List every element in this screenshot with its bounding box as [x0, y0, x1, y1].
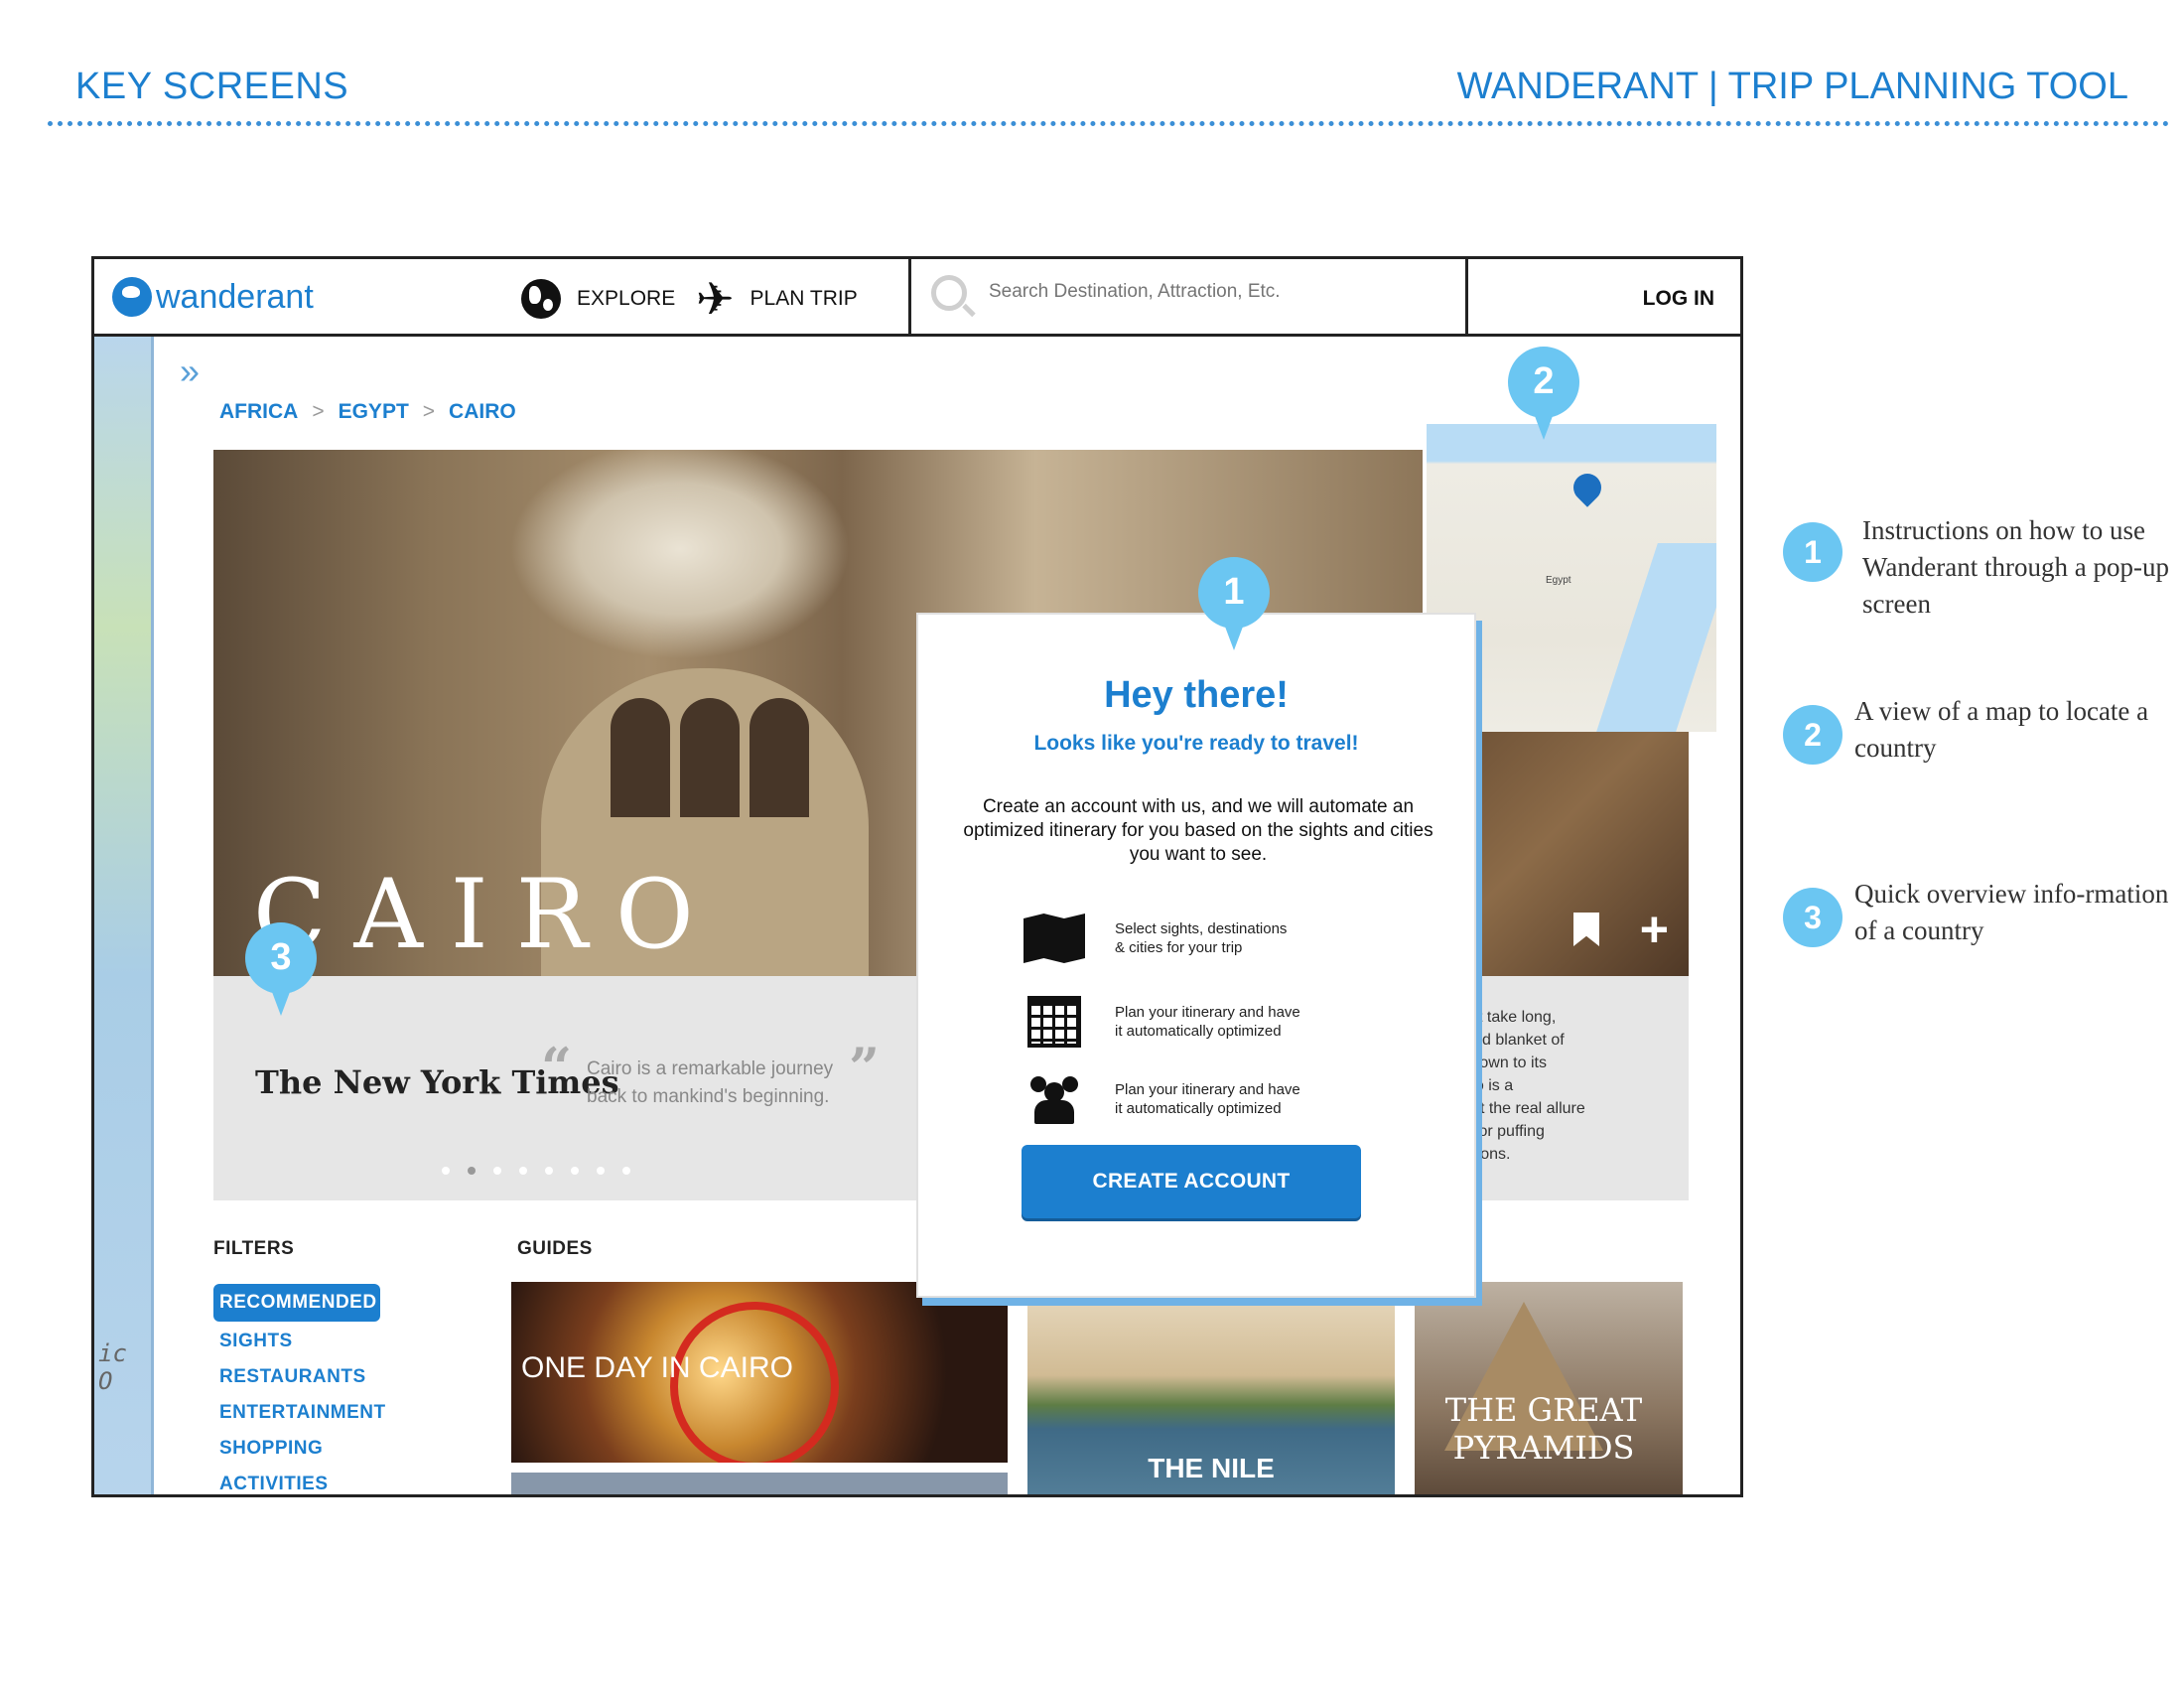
carousel-dot[interactable]	[597, 1167, 605, 1175]
map-ocean-label-fragment: ic O	[98, 1339, 127, 1395]
annotation-text: Instructions on how to use Wanderant thr…	[1862, 515, 2169, 619]
annotation-text: Quick overview info-rmation of a country	[1854, 879, 2169, 945]
wanderant-logo-icon	[112, 277, 152, 317]
breadcrumb: AFRICA > EGYPT > CAIRO	[219, 400, 516, 424]
popup-step: Select sights, destinations & cities for…	[1022, 913, 1287, 964]
guide-card-the-nile[interactable]: THE NILE	[1027, 1306, 1395, 1494]
annotation-text: A view of a map to locate a country	[1854, 696, 2149, 763]
filter-restaurants[interactable]: RESTAURANTS	[213, 1359, 386, 1395]
logo-text: wanderant	[156, 277, 314, 316]
open-quote-icon: “	[541, 1036, 573, 1099]
filter-shopping[interactable]: SHOPPING	[213, 1431, 386, 1467]
search-icon	[931, 275, 967, 311]
popup-title: Hey there!	[1104, 674, 1289, 716]
explore-label: EXPLORE	[577, 287, 676, 310]
project-title: WANDERANT | TRIP PLANNING TOOL	[1456, 66, 2128, 107]
map-icon	[1022, 913, 1087, 964]
guide-title: THE GREAT PYRAMIDS	[1444, 1391, 1643, 1467]
map-pin-icon[interactable]	[1568, 468, 1607, 507]
annotation-number-badge: 2	[1783, 705, 1843, 765]
breadcrumb-separator-icon: >	[422, 400, 436, 423]
carousel-dot[interactable]	[493, 1167, 501, 1175]
bookmark-icon[interactable]	[1573, 913, 1599, 946]
guide-title: THE NILE	[1148, 1453, 1275, 1483]
create-account-button[interactable]: CREATE ACCOUNT	[1022, 1145, 1361, 1218]
breadcrumb-egypt[interactable]: EGYPT	[339, 400, 409, 424]
marker-number: 3	[270, 936, 292, 978]
callout-marker-1: 1	[1198, 557, 1270, 652]
plan-trip-label: PLAN TRIP	[750, 287, 858, 310]
press-quote-carousel[interactable]: The New York Times “ Cairo is a remarkab…	[213, 976, 920, 1200]
carousel-dot[interactable]	[442, 1167, 450, 1175]
guide-card-partial[interactable]	[511, 1473, 1008, 1494]
guide-card-one-day-in-cairo[interactable]: ONE DAY IN CAIRO	[511, 1282, 1008, 1463]
popup-step-text: Plan your itinerary and have it automati…	[1115, 1081, 1300, 1117]
explore-link[interactable]: EXPLORE	[521, 279, 675, 319]
key-screens-page: KEY SCREENS WANDERANT | TRIP PLANNING TO…	[0, 0, 2184, 1688]
plan-trip-link[interactable]: ✈ PLAN TRIP	[696, 273, 858, 325]
filter-recommended[interactable]: RECOMMENDED	[213, 1284, 380, 1322]
filter-sights[interactable]: SIGHTS	[213, 1324, 386, 1359]
top-nav: wanderant EXPLORE ✈ PLAN TRIP LOG IN	[94, 259, 1740, 337]
callout-marker-2: 2	[1508, 347, 1579, 442]
carousel-dots	[442, 1167, 630, 1175]
search-input[interactable]	[989, 281, 1445, 303]
breadcrumb-separator-icon: >	[312, 400, 325, 423]
annotation-number-badge: 3	[1783, 888, 1843, 947]
marker-number: 2	[1533, 360, 1555, 402]
carousel-dot[interactable]	[622, 1167, 630, 1175]
hero-city-title: CAIRO	[253, 859, 722, 970]
search-box[interactable]	[908, 259, 1468, 334]
filter-activities[interactable]: ACTIVITIES	[213, 1467, 386, 1494]
hero-window-shape	[611, 698, 670, 817]
press-quote-text: Cairo is a remarkable journey back to ma…	[587, 1058, 834, 1107]
login-button[interactable]: LOG IN	[1643, 287, 1714, 311]
wanderant-mockup: wanderant EXPLORE ✈ PLAN TRIP LOG IN ic …	[91, 256, 1743, 1497]
carousel-dot[interactable]	[519, 1167, 527, 1175]
calendar-icon	[1022, 996, 1087, 1048]
popup-step-text: Plan your itinerary and have it automati…	[1115, 1004, 1300, 1040]
red-sea-shape	[1596, 543, 1716, 732]
popup-step: Plan your itinerary and have it automati…	[1022, 996, 1300, 1048]
guide-card-great-pyramids[interactable]: THE GREAT PYRAMIDS	[1415, 1282, 1683, 1494]
airplane-icon: ✈	[696, 273, 735, 325]
popup-subtitle: Looks like you're ready to travel!	[1033, 732, 1359, 755]
filters-heading: FILTERS	[213, 1238, 295, 1259]
breadcrumb-cairo[interactable]: CAIRO	[449, 400, 516, 424]
people-icon	[1022, 1073, 1087, 1125]
annotation-number-badge: 1	[1783, 522, 1843, 582]
carousel-dot[interactable]	[571, 1167, 579, 1175]
expand-sidebar-icon[interactable]: »	[180, 351, 200, 392]
callout-marker-3: 3	[245, 922, 317, 1018]
close-quote-icon: ”	[849, 1036, 881, 1099]
carousel-dot[interactable]	[468, 1167, 476, 1175]
add-icon[interactable]: +	[1640, 905, 1669, 954]
popup-body: Create an account with us, and we will a…	[963, 796, 1433, 865]
dotted-divider	[48, 121, 2170, 126]
filter-entertainment[interactable]: ENTERTAINMENT	[213, 1395, 386, 1431]
filters-list: RECOMMENDED SIGHTS RESTAURANTS ENTERTAIN…	[213, 1284, 386, 1494]
popup-step: Plan your itinerary and have it automati…	[1022, 1073, 1300, 1125]
breadcrumb-africa[interactable]: AFRICA	[219, 400, 298, 424]
globe-icon	[521, 279, 561, 319]
hero-window-shape	[750, 698, 809, 817]
map-country-label: Egypt	[1546, 575, 1571, 586]
marker-number: 1	[1223, 571, 1245, 613]
popup-step-text: Select sights, destinations & cities for…	[1115, 920, 1288, 956]
guide-title: ONE DAY IN CAIRO	[521, 1351, 793, 1384]
carousel-dot[interactable]	[545, 1167, 553, 1175]
onboarding-popup: Hey there! Looks like you're ready to tr…	[916, 613, 1476, 1298]
background-map-strip[interactable]: ic O	[94, 337, 154, 1494]
guides-heading: GUIDES	[517, 1238, 593, 1259]
section-title: KEY SCREENS	[75, 66, 349, 107]
wanderant-logo[interactable]: wanderant	[112, 277, 314, 317]
hero-window-shape	[680, 698, 740, 817]
